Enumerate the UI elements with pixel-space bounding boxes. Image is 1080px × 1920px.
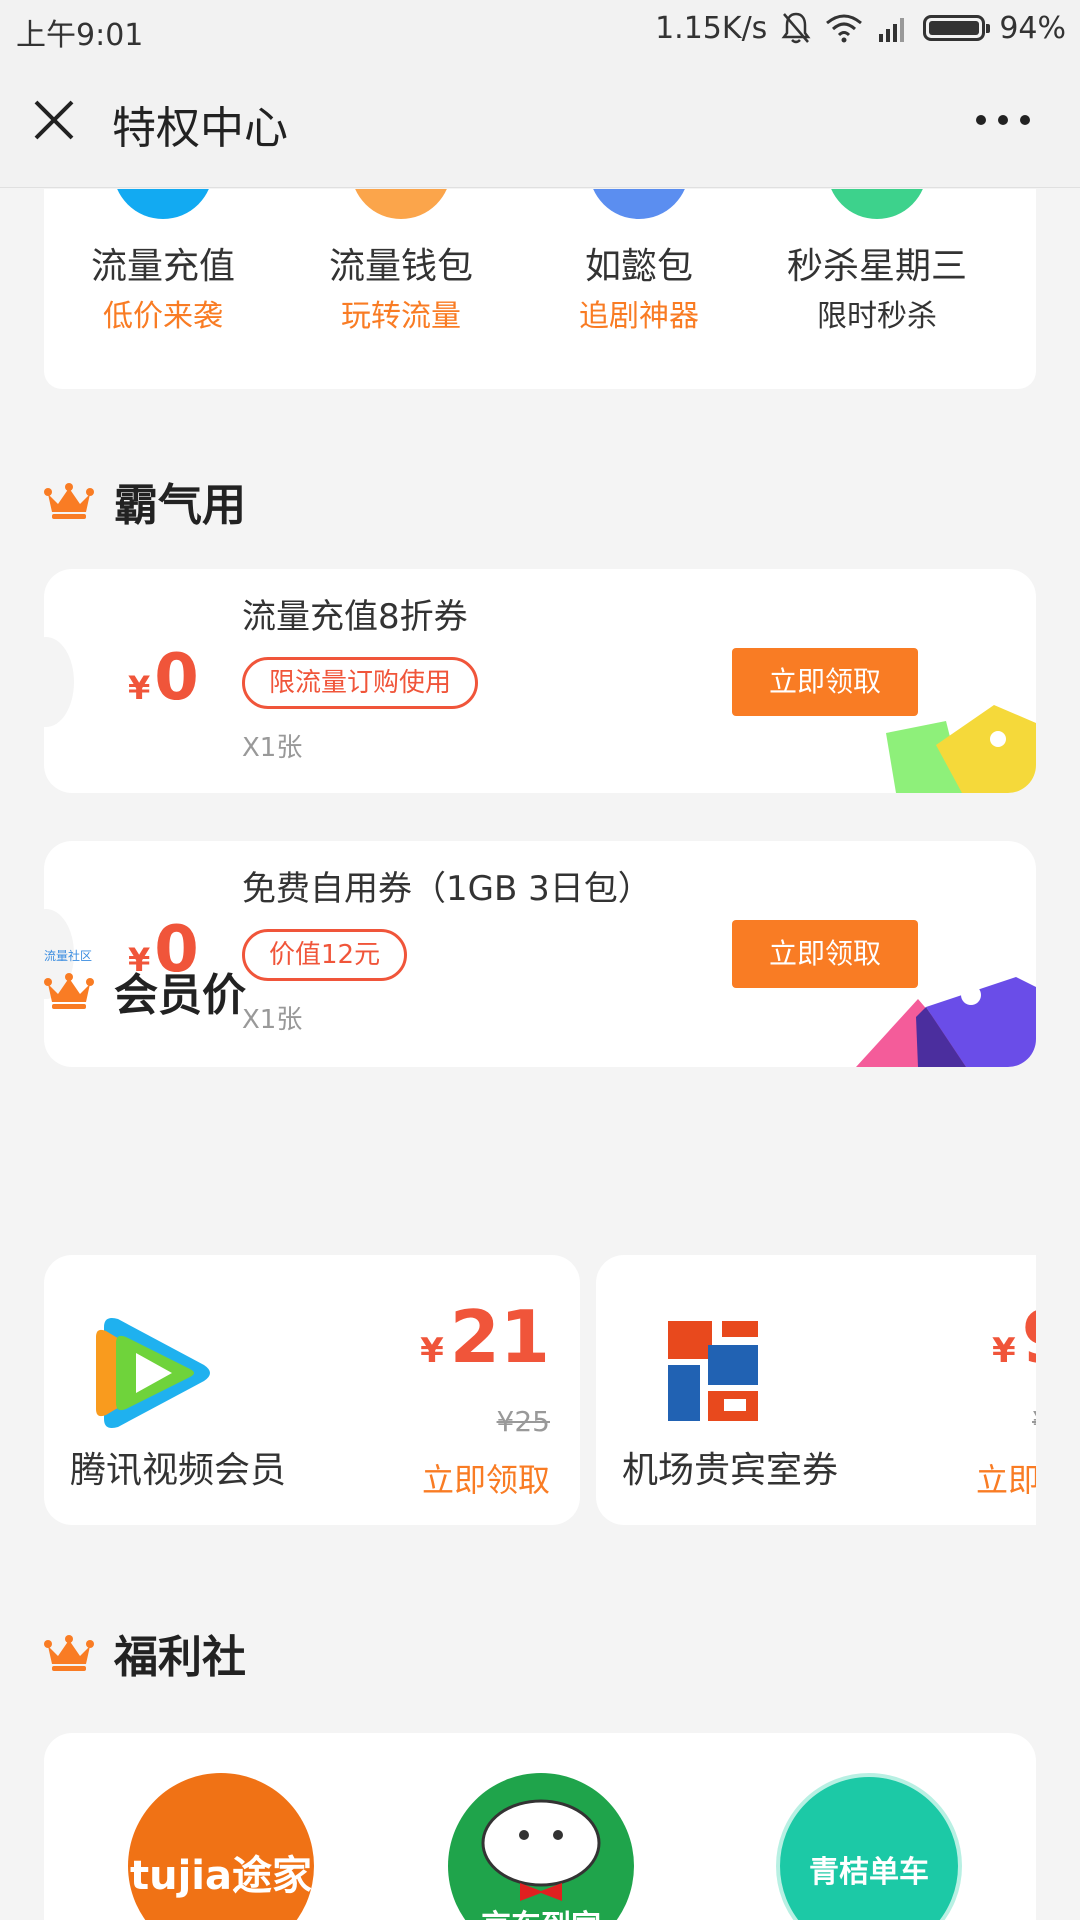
section-title: 会员价 (114, 970, 246, 1021)
claim-link[interactable]: 立即领取 (422, 1455, 550, 1501)
quick-item-wednesday-flash-sale[interactable]: 秒杀星期三 限时秒杀 (758, 189, 996, 389)
quick-item-title: 秒杀星期三 (786, 246, 967, 287)
original-price: ¥ (1032, 1405, 1036, 1438)
traffic-recharge-icon (113, 189, 213, 219)
claim-link[interactable]: 立即领取 (976, 1455, 1036, 1501)
quick-item-subtitle: 低价来袭 (103, 299, 223, 334)
wifi-icon (826, 14, 863, 43)
status-right: 1.15K/s 94% (655, 8, 1066, 48)
welfare-item-tujia[interactable]: tujia途家 (128, 1773, 314, 1920)
price-tag-decoration-icon (886, 705, 1036, 793)
tencent-video-logo-icon (96, 1318, 210, 1428)
quick-item-subtitle: 限时秒杀 (817, 299, 937, 334)
crown-icon (44, 1635, 94, 1671)
ticket-decoration-icon (856, 977, 1036, 1067)
coupon-tag: 限流量订购使用 (242, 657, 479, 709)
coupon-price: ¥0 (128, 641, 199, 715)
network-speed: 1.15K/s (655, 10, 768, 46)
coupon-card: 流量社区 ¥0 免费自用券（1GB 3日包） 价值12元 X1张 立即领取 (44, 841, 1036, 1067)
status-bar: 上午9:01 1.15K/s 94% (0, 0, 1080, 56)
jd-dog-mascot-icon (481, 1799, 601, 1901)
section-header-welfare: 福利社 (44, 1621, 246, 1685)
member-card-name: 腾讯视频会员 (70, 1450, 287, 1491)
welfare-list: tujia途家 京东到家 青桔单车 (44, 1733, 1036, 1920)
crown-icon (44, 483, 94, 519)
tujia-logo-text: tujia途家 (129, 1853, 312, 1899)
coupon-card: ¥0 流量充值8折券 限流量订购使用 X1张 立即领取 (44, 569, 1036, 793)
quick-entries: 流量充值 低价来袭 流量钱包 玩转流量 如懿包 追剧神器 秒杀星期三 限时秒杀 (44, 189, 1036, 389)
price-value: 9 (1022, 1295, 1036, 1379)
quick-item-traffic-wallet[interactable]: 流量钱包 玩转流量 (282, 189, 520, 389)
quick-item-title: 如懿包 (584, 246, 693, 287)
status-time: 上午9:01 (16, 18, 144, 53)
currency-symbol: ¥ (128, 669, 151, 707)
qingju-logo-text: 青桔单车 (809, 1855, 929, 1890)
traffic-wallet-icon (351, 189, 451, 219)
member-card-tencent-video[interactable]: 腾讯视频会员 ¥21 ¥25 立即领取 (44, 1255, 580, 1525)
title-bar: 特权中心 (0, 56, 1080, 188)
section-title: 福利社 (114, 1632, 246, 1683)
section-title: 霸气用 (114, 480, 246, 531)
quick-item-subtitle: 追剧神器 (579, 299, 699, 334)
coupon-title: 流量充值8折券 (242, 597, 468, 637)
currency-symbol: ¥ (420, 1331, 444, 1371)
scroll-content[interactable]: 流量充值 低价来袭 流量钱包 玩转流量 如懿包 追剧神器 秒杀星期三 限时秒杀 … (0, 189, 1080, 1920)
section-header-badao: 霸气用 (44, 469, 246, 533)
welfare-item-qingju-bike[interactable]: 青桔单车 (776, 1773, 962, 1920)
airport-lounge-logo-icon (668, 1321, 758, 1421)
original-price: ¥25 (496, 1405, 550, 1438)
quick-item-ruyi-pack[interactable]: 如懿包 追剧神器 (520, 189, 758, 389)
quick-item-title: 流量钱包 (328, 246, 473, 287)
quick-item-title: 流量充值 (90, 246, 235, 287)
price-value: 0 (154, 641, 199, 715)
member-card-price: ¥21 (420, 1295, 550, 1379)
currency-symbol: ¥ (992, 1331, 1016, 1371)
quick-item-subtitle: 玩转流量 (341, 299, 461, 334)
coupon-title: 免费自用券（1GB 3日包） (242, 869, 652, 909)
member-card-price: ¥9 (992, 1295, 1036, 1379)
battery-icon (923, 15, 991, 41)
close-icon[interactable] (30, 96, 78, 144)
price-value: 21 (449, 1295, 550, 1379)
welfare-item-jd-daojia[interactable]: 京东到家 (448, 1773, 634, 1920)
member-card-airport-lounge[interactable]: 机场贵宾室券 ¥9 ¥ 立即领取 (596, 1255, 1036, 1525)
section-header-member-price: 会员价 (44, 959, 246, 1023)
mute-bell-icon (781, 12, 811, 44)
ruyi-pack-icon (589, 189, 689, 219)
crown-icon (44, 973, 94, 1009)
member-card-name: 机场贵宾室券 (622, 1450, 839, 1491)
coupon-notch (44, 637, 74, 727)
coupon-quantity: X1张 (242, 1005, 303, 1035)
page-title: 特权中心 (112, 103, 288, 154)
more-menu-icon[interactable] (976, 112, 1030, 128)
quick-item-traffic-recharge[interactable]: 流量充值 低价来袭 (44, 189, 282, 389)
signal-icon (879, 18, 905, 42)
coupon-quantity: X1张 (242, 733, 303, 763)
coupon-tag: 价值12元 (242, 929, 408, 981)
flash-sale-icon (827, 189, 927, 219)
battery-level: 94% (999, 10, 1066, 46)
jd-daojia-logo-text: 京东到家 (448, 1901, 634, 1920)
